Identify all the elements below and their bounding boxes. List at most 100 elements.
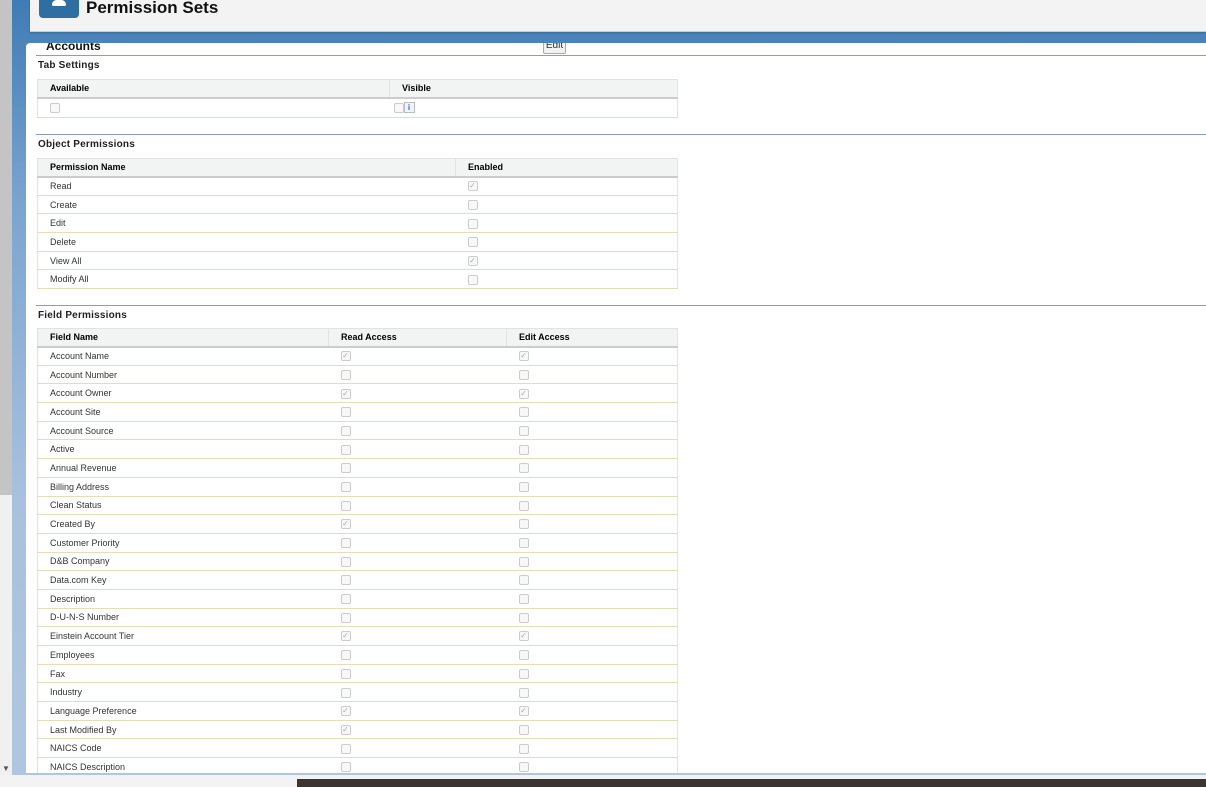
table-row: Account Number [37, 365, 678, 385]
edit-access-checkbox[interactable]: ✓ [518, 388, 529, 399]
read-access-checkbox[interactable]: ✓ [340, 351, 351, 362]
edit-access-checkbox[interactable]: ✓ [518, 351, 529, 362]
read-access-checkbox[interactable] [340, 463, 351, 474]
column-header: Read Access [328, 328, 507, 348]
edit-access-checkbox[interactable]: ✓ [518, 631, 529, 642]
scroll-down-arrow-icon[interactable]: ▼ [0, 764, 12, 776]
edit-access-checkbox[interactable] [518, 425, 529, 436]
read-access-checkbox[interactable] [340, 650, 351, 661]
enabled-checkbox[interactable] [467, 218, 478, 229]
field-name: Clean Status [37, 496, 329, 516]
table-row: Customer Priority [37, 533, 678, 553]
read-access-checkbox[interactable] [340, 538, 351, 549]
field-name: Account Source [37, 421, 329, 441]
read-access-checkbox[interactable] [340, 594, 351, 605]
table-row: Read ✓ [37, 176, 678, 196]
left-scrollbar-track[interactable] [0, 0, 12, 495]
table-row: Clean Status [37, 496, 678, 516]
read-access-checkbox[interactable]: ✓ [340, 706, 351, 717]
table-row: NAICS Description [37, 757, 678, 773]
left-panel [0, 495, 12, 775]
read-access-checkbox[interactable] [340, 425, 351, 436]
edit-access-checkbox[interactable] [518, 519, 529, 530]
read-access-checkbox[interactable]: ✓ [340, 631, 351, 642]
field-name: Last Modified By [37, 720, 329, 740]
table-row: NAICS Code [37, 738, 678, 759]
table-row: Einstein Account Tier ✓ ✓ [37, 626, 678, 646]
field-name: Account Name [37, 346, 329, 366]
edit-access-checkbox[interactable] [518, 612, 529, 623]
read-access-checkbox[interactable] [340, 743, 351, 754]
column-header: Available [37, 79, 390, 99]
read-access-checkbox[interactable] [340, 687, 351, 698]
read-access-checkbox[interactable] [340, 369, 351, 380]
edit-access-checkbox[interactable] [518, 668, 529, 679]
edit-access-checkbox[interactable] [518, 463, 529, 474]
available-checkbox[interactable] [50, 103, 60, 114]
table-row: Account Name ✓ ✓ [37, 346, 678, 366]
read-access-checkbox[interactable] [340, 575, 351, 586]
field-name: Created By [37, 514, 329, 534]
edit-access-checkbox[interactable] [518, 407, 529, 418]
field-name: Fax [37, 664, 329, 684]
edit-access-checkbox[interactable] [518, 369, 529, 380]
info-icon[interactable]: i [403, 102, 415, 114]
visible-checkbox[interactable] [393, 102, 404, 113]
read-access-checkbox[interactable] [340, 668, 351, 679]
page-header: Permission Sets [30, 0, 1206, 32]
field-name: Billing Address [37, 477, 329, 497]
field-permissions-table: Field Name Read Access Edit Access Account… [37, 328, 678, 773]
edit-button[interactable]: Edit [543, 43, 566, 54]
edit-access-checkbox[interactable] [518, 444, 529, 455]
read-access-checkbox[interactable] [340, 762, 351, 773]
edit-access-checkbox[interactable] [518, 556, 529, 567]
tab-settings-section: Tab Settings [36, 55, 1206, 71]
read-access-checkbox[interactable] [340, 407, 351, 418]
read-access-checkbox[interactable] [340, 444, 351, 455]
enabled-checkbox[interactable] [467, 237, 478, 248]
edit-access-checkbox[interactable] [518, 500, 529, 511]
table-row: Active [37, 439, 678, 460]
read-access-checkbox[interactable]: ✓ [340, 519, 351, 530]
enabled-checkbox[interactable] [467, 199, 478, 210]
edit-access-checkbox[interactable] [518, 724, 529, 735]
edit-access-checkbox[interactable] [518, 594, 529, 605]
edit-access-checkbox[interactable] [518, 538, 529, 549]
edit-access-checkbox[interactable]: ✓ [518, 706, 529, 717]
enabled-checkbox[interactable] [467, 274, 478, 285]
table-row: Annual Revenue [37, 458, 678, 478]
table-row: Account Owner ✓ ✓ [37, 383, 678, 404]
edit-access-checkbox[interactable] [518, 762, 529, 773]
edit-access-checkbox[interactable] [518, 650, 529, 661]
table-row: Language Preference ✓ ✓ [37, 701, 678, 721]
permission-name: View All [37, 251, 456, 271]
column-header: Edit Access [506, 328, 678, 348]
field-name: Data.com Key [37, 570, 329, 590]
field-name: Account Number [37, 365, 329, 385]
edit-access-checkbox[interactable] [518, 575, 529, 586]
edit-access-checkbox[interactable] [518, 743, 529, 754]
field-name: Language Preference [37, 701, 329, 721]
section-title: Field Permissions [38, 310, 127, 321]
enabled-checkbox[interactable]: ✓ [467, 255, 478, 266]
enabled-checkbox[interactable]: ✓ [467, 181, 478, 192]
field-name: D&B Company [37, 552, 329, 572]
table-row: Billing Address [37, 477, 678, 497]
field-name: Einstein Account Tier [37, 626, 329, 646]
read-access-checkbox[interactable] [340, 556, 351, 567]
edit-access-checkbox[interactable] [518, 687, 529, 698]
table-row: Last Modified By ✓ [37, 720, 678, 740]
section-title: Tab Settings [38, 60, 100, 71]
field-name: Customer Priority [37, 533, 329, 553]
page-title: Permission Sets [86, 0, 219, 17]
edit-access-checkbox[interactable] [518, 481, 529, 492]
table-row: Industry [37, 682, 678, 703]
field-name: D-U-N-S Number [37, 608, 329, 628]
read-access-checkbox[interactable] [340, 612, 351, 623]
field-name: Description [37, 589, 329, 609]
read-access-checkbox[interactable] [340, 481, 351, 492]
table-row: Account Source [37, 421, 678, 441]
read-access-checkbox[interactable]: ✓ [340, 388, 351, 399]
read-access-checkbox[interactable]: ✓ [340, 724, 351, 735]
read-access-checkbox[interactable] [340, 500, 351, 511]
